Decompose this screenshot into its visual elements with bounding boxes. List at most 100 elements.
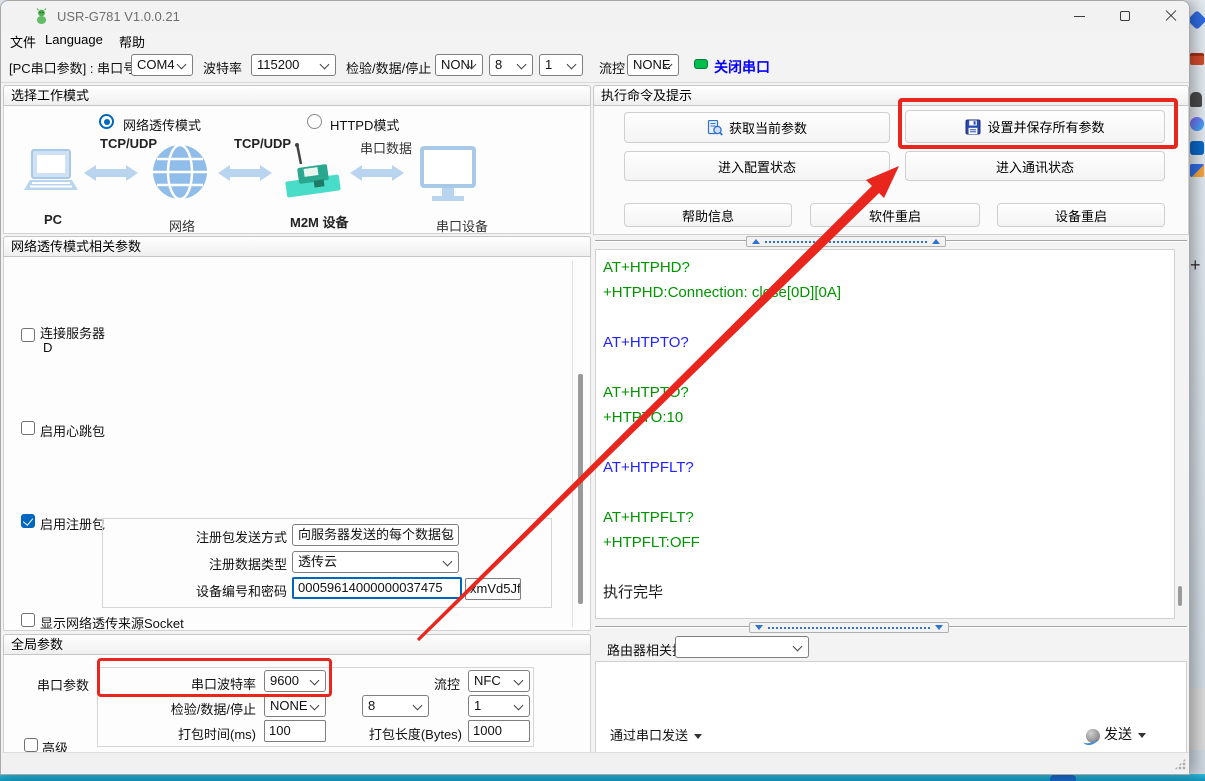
radio-net-transparent-mode[interactable] <box>99 114 114 129</box>
pc-label: PC <box>44 212 62 227</box>
maximize-icon <box>1120 11 1130 21</box>
g-flow-select[interactable]: NFC <box>468 670 530 692</box>
reg-data-type-select[interactable]: 透传云 <box>292 551 459 573</box>
send-button[interactable]: 发送 <box>1104 724 1146 744</box>
pc-serial-toolbar: [PC串口参数] : 串口号 COM4 波特率 115200 检验/数据/停止 … <box>1 49 1189 83</box>
heartbeat-checkbox[interactable] <box>21 421 35 435</box>
work-mode-box: 网络透传模式 HTTPD模式 <box>3 106 591 234</box>
log-line: AT+HTPFLT? <box>603 505 1174 530</box>
link1-label: TCP/UDP <box>100 136 157 151</box>
log-line <box>603 480 1174 505</box>
log-line: +HTPTO:10 <box>603 405 1174 430</box>
set-save-params-button[interactable]: 设置并保存所有参数 <box>905 110 1165 143</box>
show-socket-checkbox[interactable] <box>21 613 35 627</box>
g-flow-label: 流控 <box>404 674 460 693</box>
device-id-input[interactable]: 00059614000000037475 <box>292 577 462 599</box>
g-baud-select[interactable]: 9600 <box>264 670 326 692</box>
log-output[interactable]: AT+HTPHD?+HTPHD:Connection: close[0D][0A… <box>595 249 1175 619</box>
save-icon <box>965 119 981 135</box>
parity-select[interactable]: NONI <box>435 54 483 76</box>
link1-arrow-icon <box>84 165 138 181</box>
help-info-button[interactable]: 帮助信息 <box>624 203 792 227</box>
reg-send-mode-select[interactable]: 向服务器发送的每个数据包 <box>292 524 459 546</box>
net-params-scrollbar[interactable] <box>578 374 583 604</box>
bottom-splitter-handle[interactable] <box>749 622 949 633</box>
desktop-plus-glyph: + <box>1190 255 1201 276</box>
app-icon <box>33 8 50 25</box>
send-via-serial-menu[interactable]: 通过串口发送 <box>610 725 702 744</box>
log-line <box>603 305 1174 330</box>
log-line: 执行完毕 <box>603 580 1174 605</box>
commands-box: 获取当前参数 设置并保存所有参数 进入配置状态 进入通讯状态 帮助信息 软件重启… <box>593 106 1189 235</box>
net-params-scroll-track <box>572 261 573 627</box>
close-serial-link[interactable]: 关闭串口 <box>714 57 770 77</box>
log-line: +HTPHD:Connection: close[0D][0A] <box>603 280 1174 305</box>
minimize-button[interactable] <box>1063 6 1095 26</box>
close-button[interactable] <box>1155 6 1187 26</box>
taskbar-app-chip <box>1050 775 1076 781</box>
enter-config-button[interactable]: 进入配置状态 <box>624 151 890 181</box>
soft-restart-label: 软件重启 <box>869 206 921 225</box>
g-databits-select[interactable]: 8 <box>362 695 429 717</box>
reg-send-mode-value: 向服务器发送的每个数据包 <box>298 527 454 542</box>
mode-diagram <box>14 142 484 214</box>
databits-select[interactable]: 8 <box>489 54 533 76</box>
get-params-label: 获取当前参数 <box>729 118 807 137</box>
stopbits-select[interactable]: 1 <box>539 54 583 76</box>
reg-send-mode-label: 注册包发送方式 <box>104 527 287 546</box>
splitter-up-icon <box>752 239 760 244</box>
log-line: AT+HTPTO? <box>603 380 1174 405</box>
serial-open-indicator <box>694 59 708 69</box>
g-stopbits-select[interactable]: 1 <box>468 695 530 717</box>
top-splitter-handle[interactable] <box>746 236 946 247</box>
g-parity-select[interactable]: NONE <box>264 695 326 717</box>
pack-time-input[interactable]: 100 <box>264 720 326 742</box>
menu-language[interactable]: Language <box>45 32 103 47</box>
network-globe-icon <box>153 145 207 199</box>
link3-arrow-icon <box>350 165 404 181</box>
pack-len-input[interactable]: 1000 <box>468 720 530 742</box>
serial-device-icon <box>422 148 474 201</box>
caret-down-icon <box>1138 733 1146 738</box>
title-bar: USR-G781 V1.0.0.21 <box>1 1 1189 31</box>
device-restart-button[interactable]: 设备重启 <box>997 203 1165 227</box>
net-params-box: 连接服务器 D 启用心跳包 启用注册包 注册包发送方式 向服务器发送的每个数据包… <box>3 257 591 631</box>
baud-label: 波特率 <box>203 58 242 77</box>
register-packet-checkbox[interactable] <box>21 514 35 528</box>
splitter-up-icon <box>932 239 940 244</box>
log-scrollbar[interactable] <box>1178 586 1182 606</box>
flow-label: 流控 <box>599 58 625 77</box>
desktop-strip: + <box>1188 0 1205 781</box>
window-title: USR-G781 V1.0.0.21 <box>57 9 180 24</box>
maximize-button[interactable] <box>1109 6 1141 26</box>
radio-net-transparent-label: 网络透传模式 <box>123 115 201 134</box>
log-line <box>603 555 1174 580</box>
set-save-params-label: 设置并保存所有参数 <box>987 117 1104 136</box>
soft-restart-button[interactable]: 软件重启 <box>810 203 980 227</box>
send-via-serial-label: 通过串口发送 <box>610 728 688 743</box>
enter-comm-button[interactable]: 进入通讯状态 <box>905 151 1165 181</box>
m2m-label: M2M 设备 <box>290 212 349 231</box>
baud-select[interactable]: 115200 <box>251 54 336 76</box>
radio-httpd-label: HTTPD模式 <box>330 115 399 134</box>
log-line <box>603 430 1174 455</box>
net-params-header: 网络透传模式相关参数 <box>3 236 591 257</box>
status-bar <box>2 752 1189 773</box>
close-icon <box>1165 10 1177 22</box>
flow-select[interactable]: NONE <box>627 54 679 76</box>
get-params-button[interactable]: 获取当前参数 <box>624 112 890 143</box>
log-line: AT+HTPTO? <box>603 330 1174 355</box>
device-id-label: 设备编号和密码 <box>104 581 287 600</box>
minimize-icon <box>1074 16 1085 17</box>
router-cmd-select[interactable] <box>675 636 809 658</box>
resize-grip[interactable] <box>1174 758 1186 770</box>
splitter-dots <box>768 627 930 629</box>
register-packet-label: 启用注册包 <box>40 514 105 533</box>
radio-httpd-mode[interactable] <box>307 114 322 129</box>
device-password-input[interactable]: xmVd5Jf( <box>465 578 521 600</box>
com-port-select[interactable]: COM4 <box>131 54 193 76</box>
advanced-checkbox[interactable] <box>24 738 38 752</box>
connect-server-checkbox[interactable] <box>21 328 35 342</box>
send-box[interactable]: 通过串口发送 发送 <box>595 661 1187 753</box>
log-line: AT+HTPHD? <box>603 255 1174 280</box>
